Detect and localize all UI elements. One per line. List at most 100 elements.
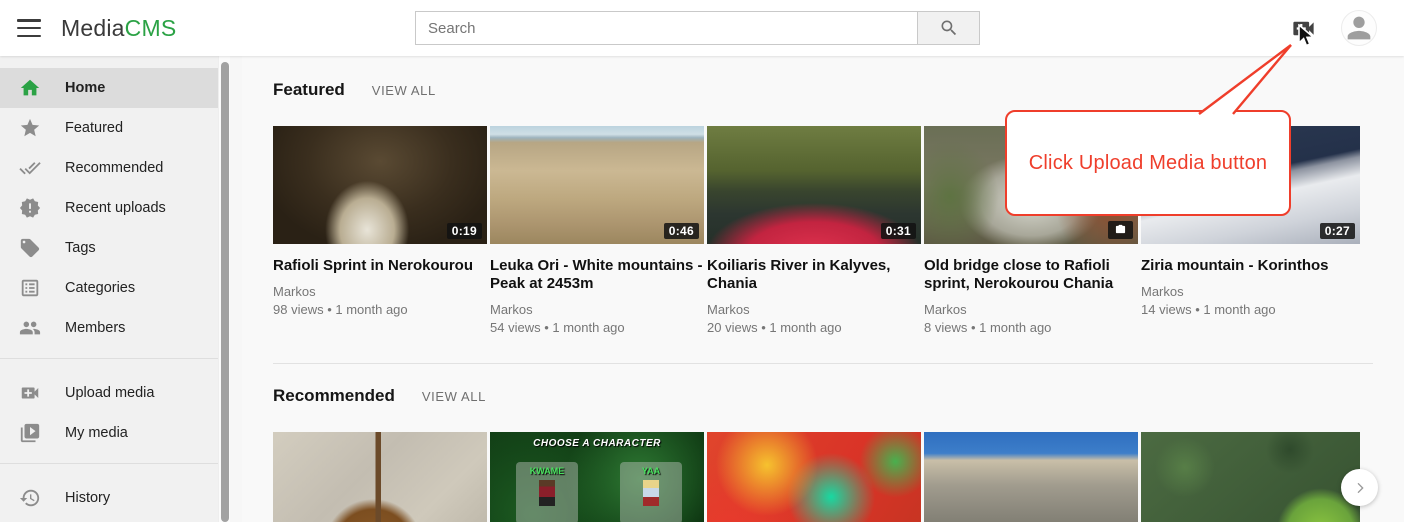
search-input[interactable] (415, 11, 917, 45)
callout-text: Click Upload Media button (1029, 152, 1267, 175)
video-thumbnail[interactable] (924, 432, 1138, 522)
media-card[interactable] (273, 432, 487, 522)
game-character-sprite (643, 480, 659, 506)
search-bar (415, 11, 980, 45)
featured-view-all-link[interactable]: VIEW ALL (372, 83, 436, 98)
scrollbar-thumb[interactable] (221, 62, 229, 522)
video-title[interactable]: Ziria mountain - Korinthos (1141, 257, 1360, 275)
video-thumbnail[interactable] (1141, 432, 1360, 522)
recommended-view-all-link[interactable]: VIEW ALL (422, 389, 486, 404)
video-thumbnail[interactable]: 0:31 (707, 126, 921, 244)
sidebar-nav: Home Featured Recommended Recent uploads… (0, 56, 218, 518)
sidebar-item-label: Tags (65, 240, 96, 256)
video-thumbnail[interactable]: 0:19 (273, 126, 487, 244)
media-card[interactable]: CHOOSE A CHARACTER KWAME YAA Selected Se… (490, 432, 704, 522)
sidebar-item-label: Home (65, 80, 105, 96)
video-author[interactable]: Markos (1141, 284, 1360, 300)
sidebar-item-label: My media (65, 425, 128, 441)
search-button[interactable] (917, 11, 980, 45)
sidebar-item-label: Featured (65, 120, 123, 136)
sidebar: Home Featured Recommended Recent uploads… (0, 56, 230, 522)
video-meta: 98 views • 1 month ago (273, 300, 487, 319)
search-icon (939, 18, 959, 38)
callout-arrow (1190, 38, 1300, 118)
logo-cms-text: CMS (125, 15, 177, 41)
double-check-icon (19, 157, 41, 179)
media-card[interactable] (924, 432, 1138, 522)
new-releases-icon (19, 197, 41, 219)
game-thumb-heading: CHOOSE A CHARACTER (490, 438, 704, 449)
video-title[interactable]: Koiliaris River in Kalyves, Chania (707, 257, 921, 293)
logo-media-text: Media (61, 15, 125, 41)
sidebar-divider (0, 358, 218, 359)
sidebar-item-label: Members (65, 320, 125, 336)
sidebar-divider (0, 463, 218, 464)
video-title[interactable]: Old bridge close to Rafioli sprint, Nero… (924, 257, 1138, 293)
mediacms-logo[interactable]: MediaCMS (61, 15, 176, 42)
mouse-cursor-icon (1296, 24, 1316, 50)
callout-tooltip: Click Upload Media button (1005, 110, 1291, 216)
media-card[interactable] (1141, 432, 1360, 522)
video-thumbnail[interactable]: 0:46 (490, 126, 704, 244)
media-card[interactable]: 0:19 Rafioli Sprint in Nerokourou Markos… (273, 126, 487, 337)
sidebar-item-label: Upload media (65, 385, 154, 401)
video-meta: 8 views • 1 month ago (924, 318, 1138, 337)
recommended-row: CHOOSE A CHARACTER KWAME YAA Selected Se… (273, 432, 1404, 522)
sidebar-item-members[interactable]: Members (0, 308, 218, 348)
media-card[interactable]: 0:31 Koiliaris River in Kalyves, Chania … (707, 126, 921, 337)
duration-badge: 0:46 (664, 223, 699, 239)
video-meta: 20 views • 1 month ago (707, 318, 921, 337)
video-author[interactable]: Markos (707, 302, 921, 318)
camera-icon (1114, 224, 1127, 235)
media-card[interactable]: 0:46 Leuka Ori - White mountains - Peak … (490, 126, 704, 337)
video-thumbnail[interactable] (707, 432, 921, 522)
sidebar-item-label: Categories (65, 280, 135, 296)
video-title[interactable]: Rafioli Sprint in Nerokourou (273, 257, 487, 275)
duration-badge: 0:27 (1320, 223, 1355, 239)
video-author[interactable]: Markos (273, 284, 487, 300)
recommended-section-header: Recommended VIEW ALL (273, 364, 1404, 406)
sidebar-item-recent-uploads[interactable]: Recent uploads (0, 188, 218, 228)
sidebar-item-upload-media[interactable]: Upload media (0, 373, 218, 413)
home-icon (19, 77, 41, 99)
user-avatar[interactable] (1341, 10, 1377, 46)
sidebar-item-tags[interactable]: Tags (0, 228, 218, 268)
duration-badge: 0:19 (447, 223, 482, 239)
video-meta: 54 views • 1 month ago (490, 318, 704, 337)
sidebar-item-label: Recent uploads (65, 200, 166, 216)
person-icon (1342, 11, 1376, 45)
people-icon (19, 317, 41, 339)
chevron-right-icon (1352, 480, 1368, 496)
section-title: Recommended (273, 386, 395, 406)
sidebar-item-home[interactable]: Home (0, 68, 218, 108)
carousel-next-button[interactable] (1341, 469, 1378, 506)
list-icon (19, 277, 41, 299)
mediacms-app: MediaCMS Home Featured (0, 0, 1404, 522)
game-character-sprite (539, 480, 555, 506)
history-clock-icon (19, 487, 41, 509)
photo-badge (1108, 221, 1133, 239)
sidebar-item-my-media[interactable]: My media (0, 413, 218, 453)
section-title: Featured (273, 80, 345, 100)
sidebar-item-label: Recommended (65, 160, 163, 176)
sidebar-scrollbar[interactable] (218, 56, 230, 522)
sidebar-item-featured[interactable]: Featured (0, 108, 218, 148)
sidebar-item-history[interactable]: History (0, 478, 218, 518)
sidebar-item-label: History (65, 490, 110, 506)
sidebar-item-categories[interactable]: Categories (0, 268, 218, 308)
media-card[interactable] (707, 432, 921, 522)
tag-icon (19, 237, 41, 259)
video-author[interactable]: Markos (490, 302, 704, 318)
video-camera-plus-icon (19, 382, 41, 404)
duration-badge: 0:31 (881, 223, 916, 239)
video-title[interactable]: Leuka Ori - White mountains - Peak at 24… (490, 257, 704, 293)
star-icon (19, 117, 41, 139)
hamburger-menu-button[interactable] (17, 19, 41, 37)
game-character-name: KWAME (516, 466, 578, 476)
game-character-name: YAA (620, 466, 682, 476)
video-thumbnail[interactable]: CHOOSE A CHARACTER KWAME YAA Selected Se… (490, 432, 704, 522)
video-thumbnail[interactable] (273, 432, 487, 522)
video-meta: 14 views • 1 month ago (1141, 300, 1360, 319)
video-author[interactable]: Markos (924, 302, 1138, 318)
sidebar-item-recommended[interactable]: Recommended (0, 148, 218, 188)
